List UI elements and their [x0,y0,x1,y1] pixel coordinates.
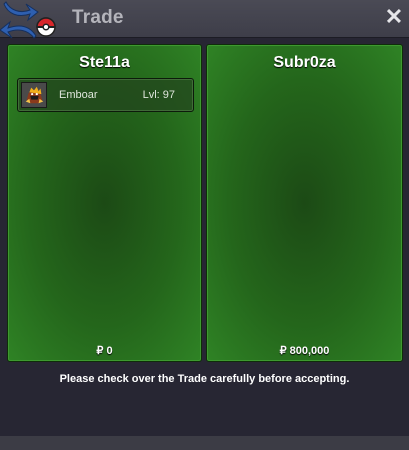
partner-player-name: Subr0za [273,54,336,71]
partner-offer-panel: Subr0za ₽ 800,000 [206,44,403,362]
close-button[interactable]: ✕ [383,5,405,29]
emboar-sprite-icon [21,82,47,108]
my-player-name: Ste11a [79,54,130,71]
window-title: Trade [72,7,124,28]
close-icon: ✕ [384,4,404,29]
trade-warning-text: Please check over the Trade carefully be… [59,373,350,385]
pokemon-name: Emboar [59,89,98,101]
partner-money-offer: ₽ 800,000 [279,345,330,357]
pokemon-level: Lvl: 97 [142,89,175,101]
my-offer-panel: Ste11a Emboar Lvl: 97 ₽ 0 [7,44,202,362]
pokeball-arrows-logo-icon [0,1,56,39]
title-bar[interactable]: Trade ✕ [0,0,409,39]
trade-panels: Ste11a Emboar Lvl: 97 ₽ 0 Subr0za ₽ 800,… [5,42,405,362]
window-bottom-bar [0,436,409,450]
offer-item-row[interactable]: Emboar Lvl: 97 [17,78,194,112]
trade-window: Trade ✕ Ste11a Emboar Lvl: 97 ₽ 0 Subr0z… [0,0,409,450]
my-money-offer: ₽ 0 [96,345,113,357]
